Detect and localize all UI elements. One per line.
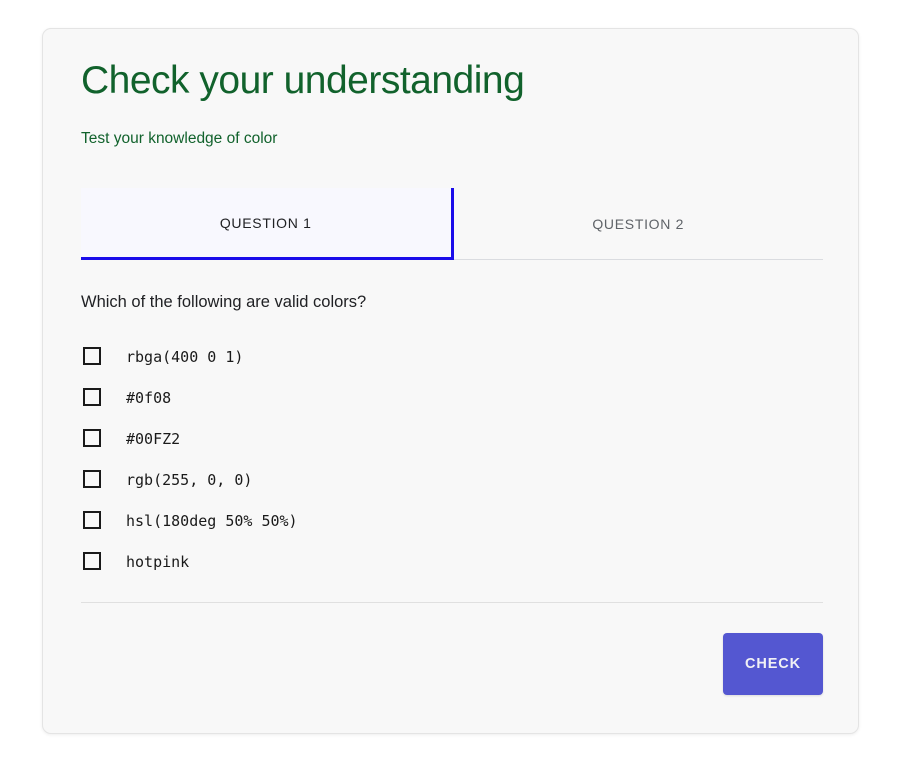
checkbox-icon[interactable] [83,387,101,406]
option-row[interactable]: rbga(400 0 1) [83,337,583,378]
option-row[interactable]: #0f08 [83,378,583,419]
answer-options-list: rbga(400 0 1) #0f08 #00FZ2 rgb(255, 0, 0… [83,337,583,583]
option-row[interactable]: #00FZ2 [83,419,583,460]
option-label: #00FZ2 [126,430,181,448]
option-label: hsl(180deg 50% 50%) [126,512,298,530]
tab-question-2[interactable]: QUESTION 2 [453,188,823,260]
option-row[interactable]: rgb(255, 0, 0) [83,460,583,501]
footer-divider [81,602,823,603]
checkbox-icon[interactable] [83,469,101,488]
card-footer: CHECK [81,619,823,709]
page-title: Check your understanding [81,59,525,102]
option-label: rbga(400 0 1) [126,348,244,366]
checkbox-icon[interactable] [83,346,101,365]
page-subtitle: Test your knowledge of color [81,130,278,147]
question-tabs: QUESTION 1 QUESTION 2 [81,188,823,260]
tab-question-2-label: QUESTION 2 [592,215,685,232]
option-label: rgb(255, 0, 0) [126,471,253,489]
question-prompt: Which of the following are valid colors? [81,293,367,311]
tab-question-1-label: QUESTION 1 [219,214,312,231]
checkbox-icon[interactable] [83,551,101,570]
option-row[interactable]: hsl(180deg 50% 50%) [83,501,583,542]
checkbox-icon[interactable] [83,510,101,529]
option-row[interactable]: hotpink [83,542,583,583]
checkbox-icon[interactable] [83,428,101,447]
tab-question-1[interactable]: QUESTION 1 [81,188,454,260]
quiz-card: Check your understanding Test your knowl… [42,28,859,734]
option-label: hotpink [126,553,190,571]
option-label: #0f08 [126,389,172,407]
check-button[interactable]: CHECK [723,633,823,695]
